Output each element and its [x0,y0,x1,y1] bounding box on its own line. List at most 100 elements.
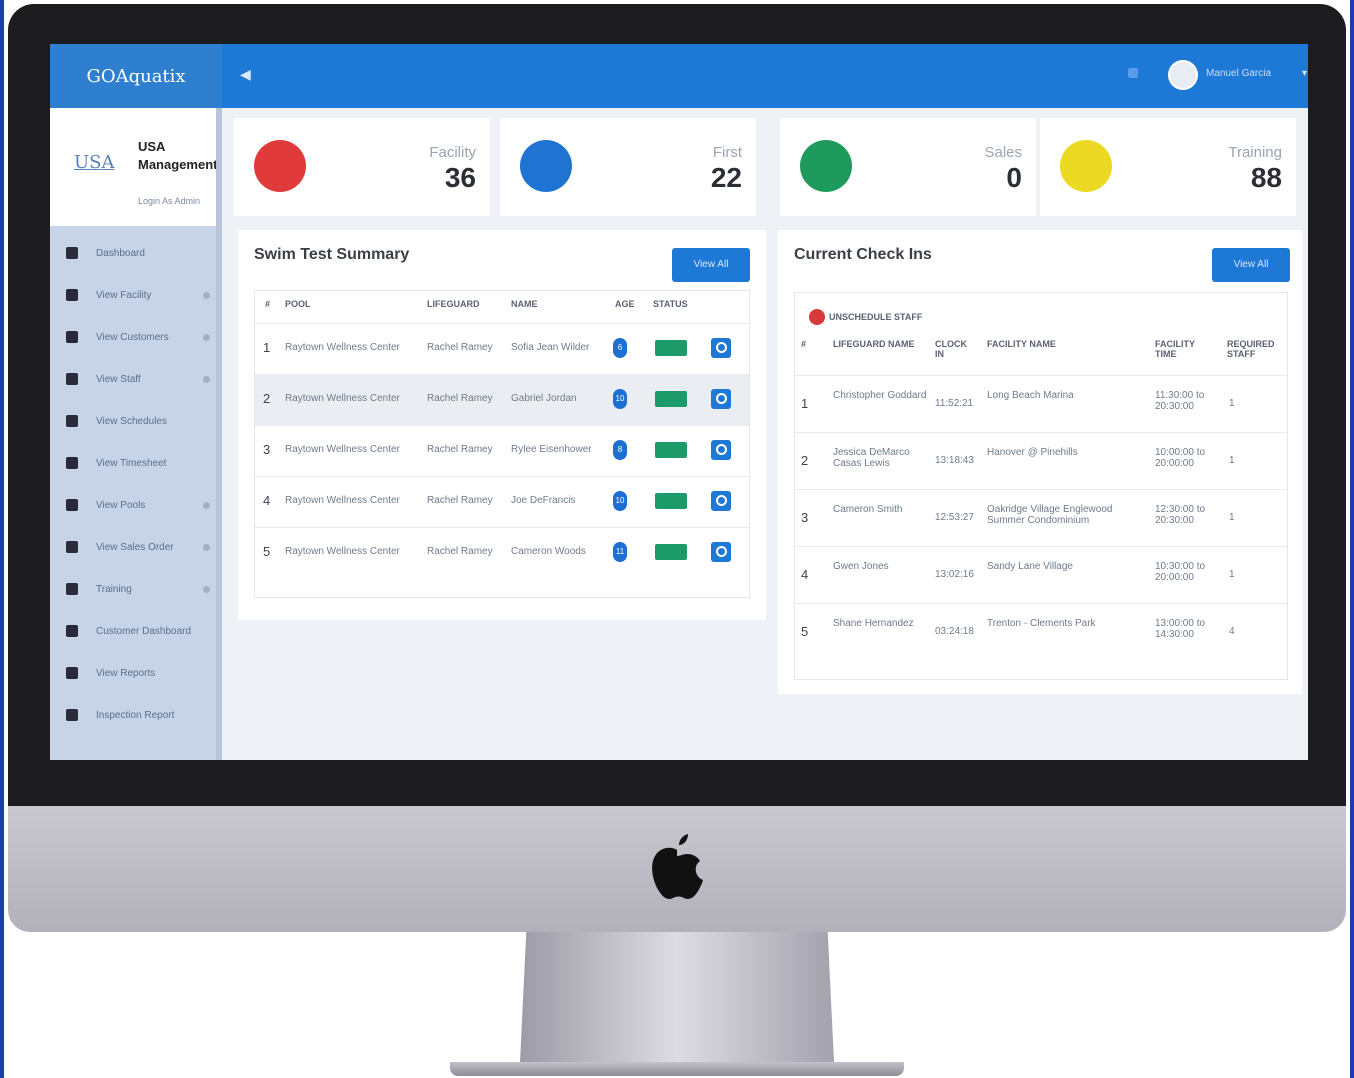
status-badge [655,340,687,356]
required-staff: 1 [1229,398,1235,409]
pool-name: Raytown Wellness Center [285,342,400,353]
swimmer-name: Rylee Eisenhower [511,444,592,455]
search-icon[interactable] [711,491,731,511]
sidebar-item[interactable]: Dashboard [50,232,222,274]
search-icon[interactable] [711,389,731,409]
column-header: POOL [285,299,311,309]
column-header: STATUS [653,299,688,309]
table-row[interactable]: 4 Gwen Jones 13:02:16 Sandy Lane Village 10:… [795,546,1287,603]
user-menu-chevron-icon[interactable]: ▾ [1302,68,1307,79]
table-row[interactable]: 2 Raytown Wellness Center Rachel Ramey Gabr… [255,374,749,425]
facility-time: 10:30:00 to 20:00:00 [1155,561,1206,583]
required-staff: 4 [1229,626,1235,637]
facility-name: Sandy Lane Village [987,561,1073,572]
status-badge [655,442,687,458]
stat-card: Training 88 [1040,118,1296,216]
facility-time: 13:00:00 to 14:30:00 [1155,618,1206,640]
lifeguard-name: Shane Hernandez [833,618,914,629]
chevron-right-icon [203,333,210,341]
chevron-right-icon [203,585,210,593]
row-number: 2 [801,453,809,468]
training-icon [1060,140,1112,192]
apple-logo-icon [652,834,703,899]
lifeguard-name: Rachel Ramey [427,444,493,455]
stat-card: First 22 [500,118,756,216]
sidebar-item[interactable]: Inspection Report [50,694,222,736]
search-icon[interactable] [711,542,731,562]
table-row[interactable]: 5 Shane Hernandez 03:24:18 Trenton - Clemen… [795,603,1287,660]
column-header: LIFEGUARD NAME [833,339,915,349]
chevron-right-icon [203,291,210,299]
search-icon[interactable] [711,338,731,358]
row-number: 4 [801,567,809,582]
column-header: FACILITY NAME [987,339,1056,349]
table-row[interactable]: 3 Raytown Wellness Center Rachel Ramey Ryle… [255,425,749,476]
facility-time: 10:00:00 to 20:00:00 [1155,447,1206,469]
stat-card: Facility 36 [234,118,490,216]
swimmer-name: Sofia Jean Wilder [511,342,590,353]
calendar-icon [66,415,78,427]
check-ins-panel: Current Check Ins View All UNSCHEDULE ST… [778,230,1302,694]
monitor-foot [450,1062,904,1076]
column-header: # [801,339,807,349]
table-row[interactable]: 3 Cameron Smith 12:53:27 Oakridge Village E… [795,489,1287,546]
user-name[interactable]: Manuel Garcia [1206,68,1271,79]
lifeguard-name: Christopher Goddard [833,390,927,401]
pool-name: Raytown Wellness Center [285,444,400,455]
table-row[interactable]: 5 Raytown Wellness Center Rachel Ramey Came… [255,527,749,578]
report-icon [66,667,78,679]
stat-value: 0 [1006,162,1022,193]
sidebar-item[interactable]: View Facility [50,274,222,316]
stat-label: First [712,144,742,161]
brand-logo[interactable]: GOAquatix [50,44,222,108]
check-ins-view-all-button[interactable]: View All [1212,248,1290,282]
lifeguard-name: Rachel Ramey [427,546,493,557]
check-ins-table: UNSCHEDULE STAFF # LIFEGUARD NAME CLOCK IN… [794,292,1288,680]
lifeguard-name: Rachel Ramey [427,342,493,353]
back-arrow-icon[interactable]: ◀ [240,66,251,83]
sidebar-item[interactable]: View Staff [50,358,222,400]
sidebar-item[interactable]: Training [50,568,222,610]
building-icon [66,289,78,301]
facility-name: Oakridge Village Englewood Summer Condom… [987,504,1113,526]
sidebar-item-label: Dashboard [96,247,145,259]
search-icon[interactable] [711,440,731,460]
row-number: 2 [263,391,271,406]
sidebar-item[interactable]: View Reports [50,652,222,694]
sidebar-item[interactable]: Customer Dashboard [50,610,222,652]
table-row[interactable]: 1 Raytown Wellness Center Rachel Ramey Sofi… [255,323,749,374]
truck-icon [800,140,852,192]
table-row[interactable]: 1 Christopher Goddard 11:52:21 Long Beach M… [795,375,1287,432]
notification-icon[interactable] [1126,66,1140,80]
sidebar-item[interactable]: View Schedules [50,400,222,442]
age-badge: 10 [613,389,627,409]
column-header: NAME [511,299,538,309]
age-badge: 8 [613,440,627,460]
sidebar-item[interactable]: View Timesheet [50,442,222,484]
row-number: 5 [801,624,809,639]
clock-in-time: 03:24:18 [935,626,974,637]
video-icon [66,625,78,637]
swim-test-title: Swim Test Summary [254,246,410,263]
facility-name: Long Beach Marina [987,390,1074,401]
sidebar-item[interactable]: View Customers [50,316,222,358]
lifeguard-name: Gwen Jones [833,561,889,572]
required-staff: 1 [1229,455,1235,466]
clock-icon [66,457,78,469]
pool-name: Raytown Wellness Center [285,495,400,506]
required-staff: 1 [1229,512,1235,523]
first-aid-icon [520,140,572,192]
column-header: REQUIRED STAFF [1227,339,1275,359]
sidebar-scrollbar[interactable] [216,108,222,760]
table-row[interactable]: 2 Jessica DeMarco Casas Lewis 13:18:43 Hano… [795,432,1287,489]
sidebar-item-label: Inspection Report [96,709,175,721]
sidebar-item[interactable]: View Sales Order [50,526,222,568]
users-icon [66,331,78,343]
required-staff: 1 [1229,569,1235,580]
avatar[interactable] [1168,60,1198,90]
table-row[interactable]: 4 Raytown Wellness Center Rachel Ramey Joe … [255,476,749,527]
swim-view-all-button[interactable]: View All [672,248,750,282]
row-number: 5 [263,544,271,559]
swimmer-name: Joe DeFrancis [511,495,576,506]
sidebar-item[interactable]: View Pools [50,484,222,526]
